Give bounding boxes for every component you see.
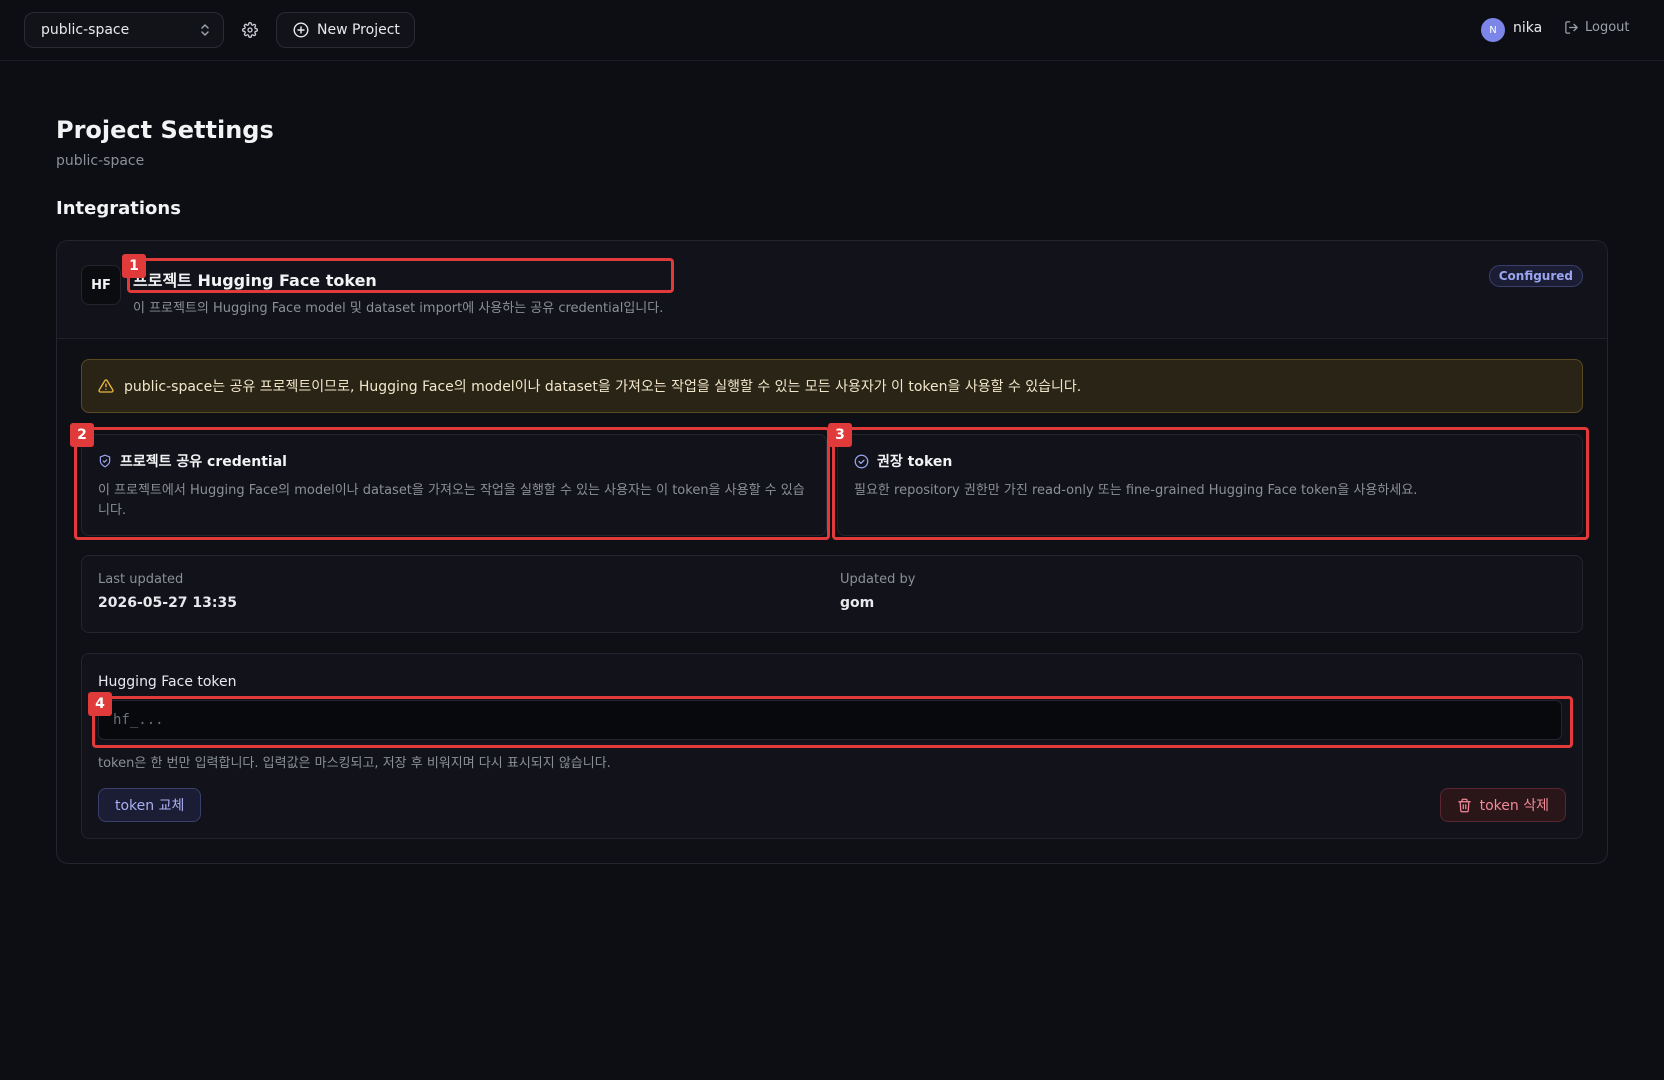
new-project-button[interactable]: New Project (276, 12, 415, 48)
settings-gear-button[interactable] (238, 16, 262, 44)
new-project-label: New Project (317, 22, 400, 38)
hf-logo-badge: HF (81, 265, 121, 305)
page-title: Project Settings (56, 116, 274, 144)
logout-button[interactable]: Logout (1564, 20, 1630, 35)
annotation-number-4: 4 (88, 692, 112, 716)
gear-icon (242, 22, 258, 38)
integration-card-header: HF 프로젝트 Hugging Face token 이 프로젝트의 Huggi… (57, 241, 1607, 339)
shared-credential-body: 이 프로젝트에서 Hugging Face의 model이나 dataset을 … (98, 483, 805, 518)
plus-circle-icon (293, 22, 309, 38)
logout-label: Logout (1585, 20, 1630, 35)
project-select[interactable]: public-space (24, 12, 224, 48)
integration-description: 이 프로젝트의 Hugging Face model 및 dataset imp… (133, 301, 664, 316)
chevron-updown-icon (199, 22, 211, 38)
top-bar: public-space New Project N nika Logout (0, 0, 1664, 61)
updated-by-label: Updated by (840, 572, 916, 587)
last-updated-value: 2026-05-27 13:35 (98, 595, 237, 611)
delete-token-label: token 삭제 (1479, 798, 1549, 814)
shield-check-icon (98, 454, 112, 468)
recommended-token-box: 권장 token 필요한 repository 권한만 가진 read-only… (837, 434, 1583, 536)
last-updated-label: Last updated (98, 572, 184, 587)
metadata-panel: Last updated 2026-05-27 13:35 Updated by… (81, 555, 1583, 633)
page-subtitle: public-space (56, 153, 145, 169)
updated-by-value: gom (840, 595, 875, 611)
avatar[interactable]: N (1481, 18, 1505, 42)
username: nika (1513, 20, 1543, 36)
annotation-number-1: 1 (122, 254, 146, 278)
replace-token-button[interactable]: token 교체 (98, 788, 202, 822)
warning-triangle-icon (98, 378, 114, 394)
shared-credential-box: 프로젝트 공유 credential 이 프로젝트에서 Hugging Face… (81, 434, 827, 536)
token-field-label: Hugging Face token (98, 674, 237, 690)
status-badge: Configured (1488, 265, 1583, 287)
annotation-number-3: 3 (828, 423, 852, 447)
integration-card: HF 프로젝트 Hugging Face token 이 프로젝트의 Huggi… (56, 240, 1608, 864)
shared-credential-title: 프로젝트 공유 credential (120, 454, 287, 470)
delete-token-button[interactable]: token 삭제 (1439, 788, 1566, 822)
logout-icon (1564, 20, 1579, 35)
annotation-number-2: 2 (70, 423, 94, 447)
token-hint: token은 한 번만 입력합니다. 입력값은 마스킹되고, 저장 후 비워지며… (98, 756, 611, 771)
warning-banner: public-space는 공유 프로젝트이므로, Hugging Face의 … (81, 359, 1583, 413)
integration-title: 프로젝트 Hugging Face token (133, 271, 377, 290)
warning-text: public-space는 공유 프로젝트이므로, Hugging Face의 … (124, 379, 1082, 395)
recommended-token-body: 필요한 repository 권한만 가진 read-only 또는 fine-… (854, 483, 1418, 498)
project-select-value: public-space (41, 22, 130, 38)
trash-icon (1457, 798, 1472, 813)
recommended-token-title: 권장 token (877, 454, 953, 470)
token-form: Hugging Face token token은 한 번만 입력합니다. 입력… (81, 653, 1583, 839)
token-input[interactable] (98, 700, 1562, 740)
section-title: Integrations (56, 198, 181, 219)
check-circle-icon (854, 454, 869, 469)
